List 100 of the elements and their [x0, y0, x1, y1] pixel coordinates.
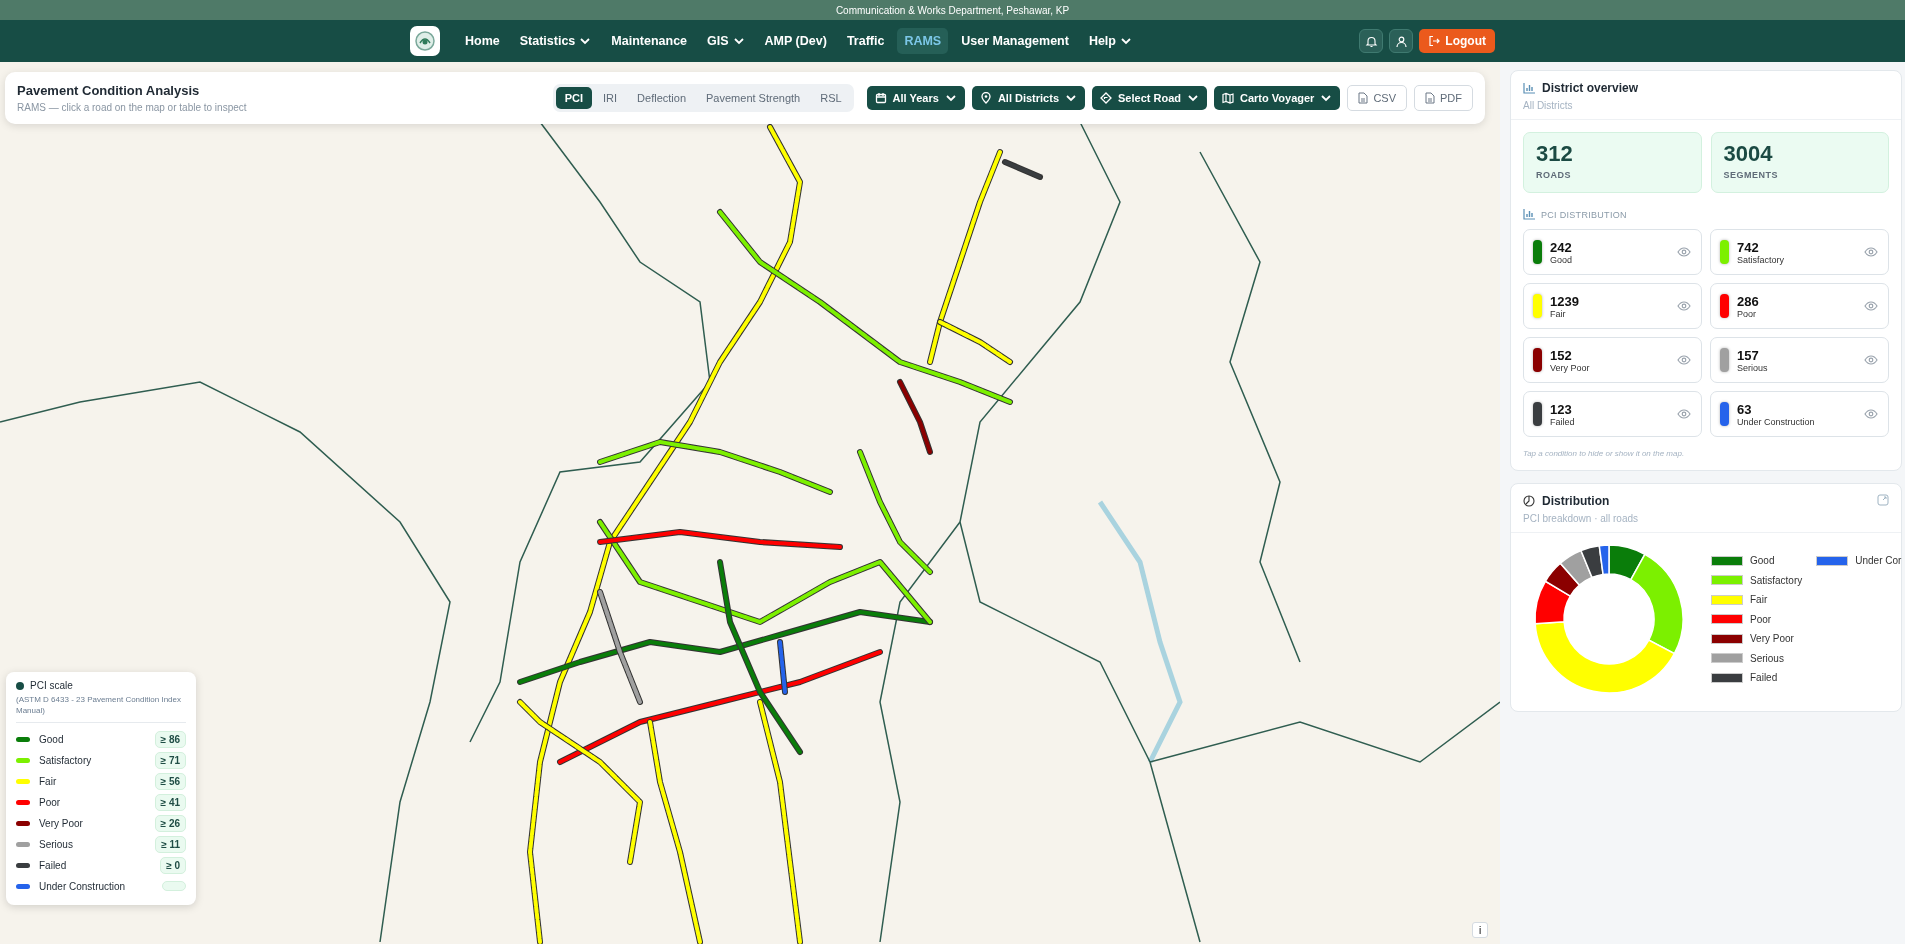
legend-swatch	[1711, 653, 1743, 663]
eye-icon[interactable]	[1677, 355, 1691, 365]
condition-count: 63	[1737, 401, 1753, 417]
condition-filter[interactable]: 152 Very Poor	[1523, 337, 1702, 383]
nav-item[interactable]: GIS	[700, 28, 752, 54]
legend-swatch	[1711, 594, 1743, 605]
metric-tab[interactable]: PCI	[555, 87, 593, 109]
chevron-down-icon	[1187, 92, 1199, 104]
page-title: Pavement Condition Analysis	[17, 83, 201, 98]
card-subtitle: PCI breakdown · all roads	[1523, 513, 1639, 524]
legend-label: Serious	[1750, 652, 1784, 664]
metric-tab[interactable]: RSL	[811, 87, 851, 109]
filter-dropdown[interactable]: Select Road	[1092, 86, 1207, 110]
filter-dropdown[interactable]: All Years	[866, 86, 965, 110]
calendar-icon	[874, 92, 887, 104]
condition-label: Satisfactory	[1737, 254, 1786, 265]
condition-filter[interactable]: 63 Under Construction	[1710, 391, 1889, 437]
threshold-badge: ≥ 41	[154, 793, 186, 811]
condition-filter[interactable]: 1239 Fair	[1523, 283, 1702, 329]
condition-count: 242	[1550, 239, 1573, 255]
export-button[interactable]: CSV	[1347, 85, 1407, 111]
department-banner: Communication & Works Department, Peshawar, KP	[0, 0, 1905, 20]
map-icon	[1222, 92, 1234, 104]
stat-label: SEGMENTS	[1723, 170, 1779, 180]
legend-swatch	[1711, 672, 1743, 683]
nav-item[interactable]: User Management	[954, 28, 1076, 54]
stat-value: 312	[1536, 141, 1574, 167]
export-button[interactable]: PDF	[1414, 85, 1473, 111]
legend-label: Failed	[1750, 672, 1778, 683]
condition-filter[interactable]: 157 Serious	[1710, 337, 1889, 383]
nav-item[interactable]: Statistics	[512, 28, 599, 54]
nav-item[interactable]: RAMS	[897, 28, 949, 54]
condition-count: 157	[1737, 347, 1760, 363]
stat-value: 3004	[1723, 141, 1774, 167]
legend-swatch	[1711, 633, 1743, 644]
file-icon	[1358, 92, 1369, 104]
metric-tab[interactable]: Pavement Strength	[697, 87, 810, 109]
bar-chart-icon	[1523, 82, 1535, 94]
status-dot	[16, 681, 24, 690]
section-label: PCI DISTRIBUTION	[1541, 209, 1627, 220]
condition-count: 742	[1737, 239, 1760, 255]
legend-label: Fair	[1750, 594, 1768, 605]
eye-icon[interactable]	[1864, 247, 1878, 257]
eye-icon[interactable]	[1677, 301, 1691, 311]
page-subtitle: RAMS — click a road on the map or table to inspect	[17, 102, 247, 113]
legend-label: Failed	[39, 859, 68, 871]
threshold-badge: ≥ 26	[154, 814, 186, 832]
legend-swatch	[1816, 555, 1849, 566]
threshold-badge: ≥ 0	[160, 856, 186, 874]
condition-filter[interactable]: 123 Failed	[1523, 391, 1702, 437]
user-button[interactable]	[1389, 29, 1414, 53]
diamond-icon	[1100, 92, 1113, 104]
condition-count: 286	[1737, 293, 1760, 309]
donut-slice	[1559, 549, 1593, 586]
condition-filter[interactable]: 742 Satisfactory	[1710, 229, 1889, 275]
threshold-badge: ≥ 86	[154, 730, 186, 748]
legend-label: Under Cor	[1855, 555, 1902, 566]
legend-label: Satisfactory	[1750, 574, 1803, 586]
location-pin-icon	[979, 92, 992, 104]
condition-count: 1239	[1550, 293, 1580, 309]
card-subtitle: All Districts	[1523, 100, 1574, 111]
pie-chart-icon	[1523, 495, 1535, 507]
file-icon	[1425, 92, 1435, 104]
legend-title: PCI scale	[30, 680, 73, 691]
eye-icon[interactable]	[1864, 301, 1878, 311]
chevron-down-icon	[1065, 92, 1078, 104]
emblem-logo[interactable]	[410, 26, 440, 56]
expand-icon[interactable]	[1877, 494, 1889, 506]
eye-icon[interactable]	[1864, 409, 1878, 419]
threshold-badge: ≥ 11	[155, 835, 186, 853]
nav-item[interactable]: Home	[458, 28, 507, 54]
legend-label: Serious	[39, 838, 74, 850]
notifications-button[interactable]	[1359, 29, 1384, 53]
condition-label: Failed	[1550, 416, 1576, 427]
condition-label: Under Construction	[1737, 416, 1816, 427]
condition-count: 152	[1550, 347, 1573, 363]
eye-icon[interactable]	[1677, 409, 1691, 419]
map-info-button[interactable]: i	[1472, 922, 1488, 938]
eye-icon[interactable]	[1864, 355, 1878, 365]
eye-icon[interactable]	[1677, 247, 1691, 257]
user-icon	[1394, 34, 1408, 48]
nav-item[interactable]: Maintenance	[604, 28, 695, 54]
condition-filter[interactable]: 286 Poor	[1710, 283, 1889, 329]
card-title: Distribution	[1542, 494, 1610, 508]
threshold-badge: ≥ 71	[154, 751, 186, 769]
card-title: District overview	[1542, 81, 1639, 95]
nav-item[interactable]: Help	[1081, 28, 1139, 54]
condition-filter[interactable]: 242 Good	[1523, 229, 1702, 275]
filter-dropdown[interactable]: Carto Voyager	[1214, 86, 1341, 110]
metric-tab[interactable]: Deflection	[628, 87, 696, 109]
nav-item[interactable]: AMP (Dev)	[757, 28, 834, 54]
nav-item[interactable]: Traffic	[839, 28, 892, 54]
metric-tab[interactable]: IRI	[594, 87, 627, 109]
logout-icon	[1428, 35, 1441, 47]
chevron-down-icon	[944, 92, 957, 104]
legend-label: Very Poor	[1750, 633, 1794, 644]
legend-swatch	[1711, 614, 1743, 624]
legend-label: Very Poor	[39, 817, 84, 829]
legend-swatch	[1711, 575, 1743, 585]
filter-dropdown[interactable]: All Districts	[971, 86, 1086, 110]
